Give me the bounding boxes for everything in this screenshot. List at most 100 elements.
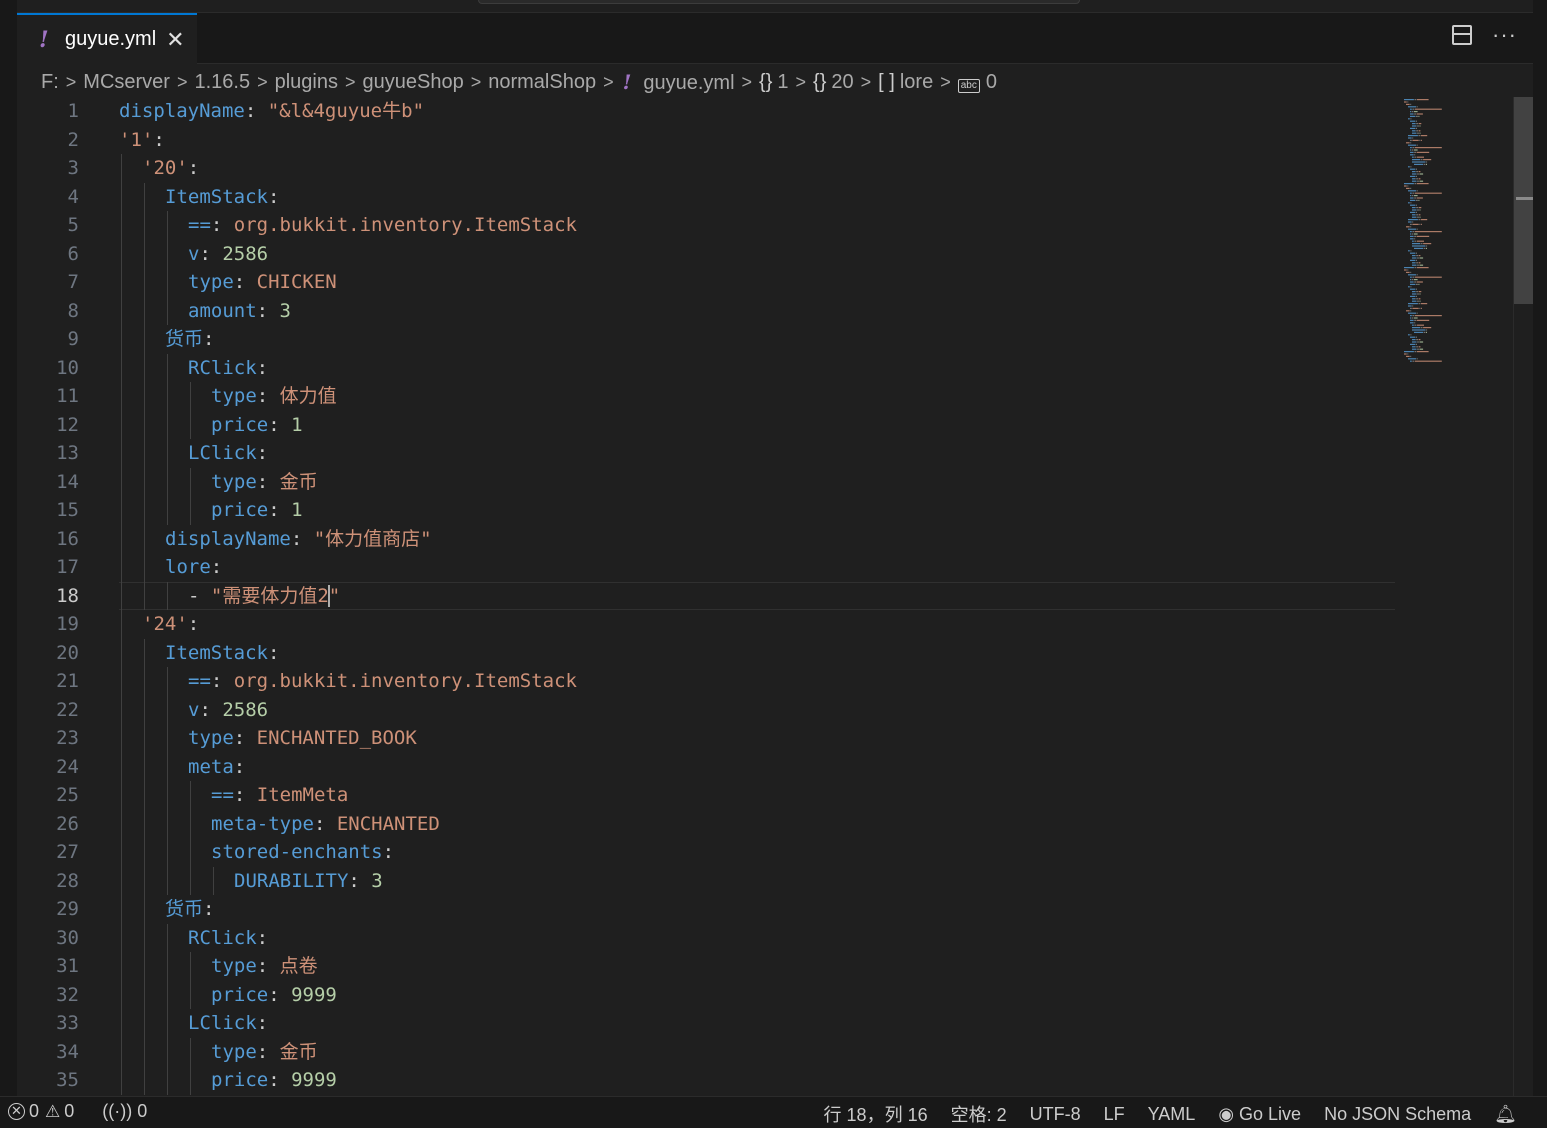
minimap-line [1417,209,1419,211]
language-mode[interactable]: YAML [1148,1104,1196,1125]
indent-guide [121,353,122,382]
yaml-punct: : [153,128,165,151]
code-line[interactable]: 3 '20': [17,154,1395,183]
minimap-line [1414,360,1442,362]
more-actions-icon[interactable]: ··· [1492,24,1517,46]
close-icon[interactable]: ✕ [166,27,184,53]
minimap-line [1419,132,1421,134]
minimap-line [1410,315,1412,317]
indent-guide [167,1066,168,1095]
code-line[interactable]: 30 RClick: [17,923,1395,952]
minimap-line [1412,305,1414,307]
minimap-line [1416,274,1418,276]
bell-icon[interactable]: 🔔︎ [1494,1104,1517,1125]
code-line[interactable]: 7 type: CHICKEN [17,268,1395,297]
code-line[interactable]: 34 type: 金币 [17,1037,1395,1066]
minimap-line [1417,173,1419,175]
minimap-line [1420,327,1423,329]
warning-icon: ⚠ [45,1101,61,1121]
code-line[interactable]: 22 v: 2586 [17,695,1395,724]
yaml-punct: : [233,271,257,293]
breadcrumb-mcserver[interactable]: MCserver [83,71,170,94]
code-line[interactable]: 17 lore: [17,553,1395,582]
breadcrumb-guyueshop[interactable]: guyueShop [363,71,464,94]
code-line[interactable]: 12 price: 1 [17,410,1395,439]
line-number: 15 [56,499,79,521]
line-number: 2 [67,128,79,151]
minimap-line [1404,353,1407,355]
code-line[interactable]: 27 stored-enchants: [17,838,1395,867]
code-line[interactable]: 18 - "需要体力值2" [17,581,1395,610]
json-schema[interactable]: No JSON Schema [1324,1104,1471,1125]
code-line[interactable]: 29 货币: [17,895,1395,924]
code-line[interactable]: 26 meta-type: ENCHANTED [17,809,1395,838]
yaml-key: DURABILITY [234,869,349,892]
code-line[interactable]: 23 type: ENCHANTED_BOOK [17,724,1395,753]
line-number: 32 [56,983,79,1006]
ports-indicator[interactable]: ((·)) 0 [102,1101,147,1122]
code-text: ==: org.bukkit.inventory.ItemStack [188,211,577,240]
indent-guide [167,838,168,867]
code-line[interactable]: 8 amount: 3 [17,296,1395,325]
code-line[interactable]: 14 type: 金币 [17,467,1395,496]
encoding[interactable]: UTF-8 [1030,1104,1081,1125]
code-line[interactable]: 15 price: 1 [17,496,1395,525]
breadcrumb-string-0[interactable]: abc 0 [957,71,997,94]
minimap-line [1407,101,1409,103]
breadcrumb-drive[interactable]: F: [41,71,59,94]
minimap-line [1414,247,1423,249]
code-line[interactable]: 10 RClick: [17,353,1395,382]
code-line[interactable]: 24 meta: [17,752,1395,781]
code-line[interactable]: 32 price: 9999 [17,980,1395,1009]
problems-indicator[interactable]: ✕ 0 ⚠ 0 [8,1101,74,1122]
cursor-position[interactable]: 行 18，列 16 [824,1101,928,1127]
code-line[interactable]: 20 ItemStack: [17,638,1395,667]
indent-guide [144,211,145,240]
code-line[interactable]: 11 type: 体力值 [17,382,1395,411]
breadcrumb-array-lore[interactable]: [ ] lore [878,71,933,94]
breadcrumb-object-1[interactable]: {} 1 [759,71,788,94]
code-line[interactable]: 13 LClick: [17,439,1395,468]
code-line[interactable]: 35 price: 9999 [17,1066,1395,1095]
minimap-line [1408,137,1412,139]
indentation[interactable]: 空格: 2 [951,1101,1007,1127]
code-line[interactable]: 25 ==: ItemMeta [17,781,1395,810]
code-line[interactable]: 4 ItemStack: [17,182,1395,211]
code-line[interactable]: 1 displayName: "&l&4guyue牛b" [17,97,1395,126]
code-line[interactable]: 2 '1': [17,126,1395,155]
tab-label: guyue.yml [65,28,157,50]
minimap-line [1414,331,1423,333]
minimap[interactable] [1398,97,1513,377]
code-line[interactable]: 6 v: 2586 [17,239,1395,268]
split-editor-icon[interactable] [1452,25,1473,45]
indent-guide [190,952,191,981]
code-line[interactable]: 21 ==: org.bukkit.inventory.ItemStack [17,667,1395,696]
breadcrumb-plugins[interactable]: plugins [275,71,338,94]
code-line[interactable]: 19 '24': [17,610,1395,639]
yaml-key: type [211,385,257,407]
scrollbar-thumb[interactable] [1514,97,1533,304]
minimap-line [1408,303,1418,305]
breadcrumb-version[interactable]: 1.16.5 [194,71,250,94]
code-line[interactable]: 5 ==: org.bukkit.inventory.ItemStack [17,211,1395,240]
code-line[interactable]: 33 LClick: [17,1009,1395,1038]
breadcrumb-normalshop[interactable]: normalShop [488,71,596,94]
code-line[interactable]: 9 货币: [17,325,1395,354]
indent-guide [121,467,122,496]
minimap-line [1416,358,1418,360]
minimap-line [1418,346,1421,348]
breadcrumb-object-20[interactable]: {} 20 [813,71,854,94]
breadcrumb-file[interactable]: ! guyue.yml [621,70,735,95]
code-line[interactable]: 16 displayName: "体力值商店" [17,524,1395,553]
code-line[interactable]: 31 type: 点卷 [17,952,1395,981]
minimap-line [1419,300,1421,302]
code-line[interactable]: 28 DURABILITY: 3 [17,866,1395,895]
end-of-line[interactable]: LF [1104,1104,1125,1125]
command-center-edge[interactable] [478,0,1080,4]
code-editor[interactable]: 1 displayName: "&l&4guyue牛b" 2'1': 3'20': 4 I… [17,97,1395,1096]
line-number: 22 [56,698,79,721]
tab-guyue-yml[interactable]: ! guyue.yml ✕ [17,13,197,64]
minimap-line [1416,291,1418,293]
go-live-button[interactable]: ◉ Go Live [1218,1104,1301,1125]
minimap-line [1416,339,1418,341]
